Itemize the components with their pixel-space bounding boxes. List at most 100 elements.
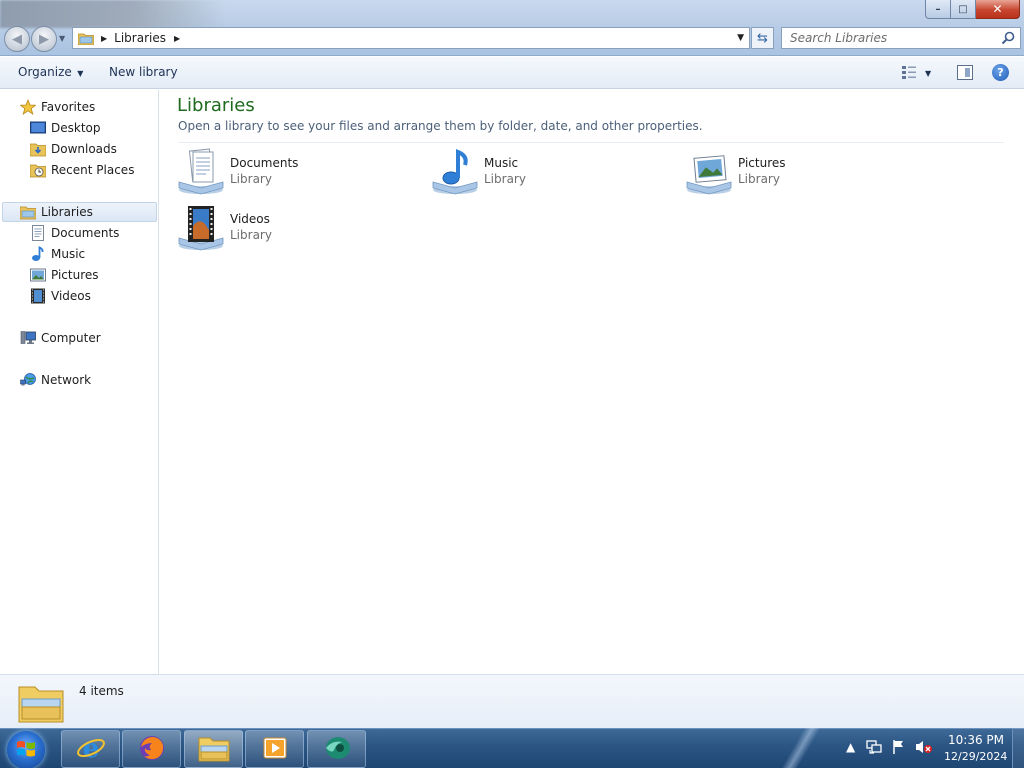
nav-item-label: Documents	[51, 226, 120, 240]
chevron-down-icon: ▼	[74, 69, 84, 78]
blurred-title-region	[0, 0, 225, 28]
close-button[interactable]: ✕	[976, 0, 1020, 19]
refresh-icon: ⇆	[757, 30, 768, 46]
videos-filmstrip-icon	[30, 288, 46, 304]
organize-button[interactable]: Organize ▼	[18, 65, 83, 79]
libraries-icon	[19, 204, 37, 220]
window-title-bar: – □ ✕ ◀ ▶ ▼ ▶ Libraries ▶ ▼ ⇆	[0, 0, 1024, 56]
back-button[interactable]: ◀	[4, 26, 30, 52]
maximize-button[interactable]: □	[951, 0, 976, 19]
back-arrow-icon: ◀	[12, 31, 22, 47]
help-button[interactable]: ?	[992, 64, 1009, 81]
nav-item-label: Pictures	[51, 268, 99, 282]
item-count: 4 items	[79, 684, 124, 698]
network-icon	[20, 372, 36, 388]
page-title: Libraries	[177, 95, 255, 116]
taskbar-glow	[771, 728, 831, 768]
volume-muted-icon[interactable]	[915, 739, 933, 758]
media-player-icon	[262, 735, 288, 764]
show-hidden-icons-arrow-icon[interactable]: ▲	[846, 740, 855, 754]
chevron-down-icon: ▼	[925, 69, 932, 78]
taskbar-media-player[interactable]	[245, 730, 304, 768]
nav-item-label: Videos	[51, 289, 91, 303]
library-tile-documents[interactable]: Documents Library	[177, 148, 417, 200]
nav-item-downloads[interactable]: Downloads	[29, 139, 117, 159]
new-library-button[interactable]: New library	[109, 65, 178, 79]
music-note-icon	[30, 246, 46, 262]
nav-item-label: Desktop	[51, 121, 101, 135]
nav-item-recent-places[interactable]: Recent Places	[29, 160, 135, 180]
library-tile-music[interactable]: Music Library	[431, 148, 671, 200]
content-area: Libraries Open a library to see your fil…	[160, 90, 1024, 674]
nav-item-music[interactable]: Music	[30, 244, 85, 264]
computer-icon	[20, 330, 36, 346]
breadcrumb-separator-icon[interactable]: ▶	[101, 34, 107, 43]
library-type: Library	[738, 172, 780, 186]
nav-item-desktop[interactable]: Desktop	[30, 118, 101, 138]
taskbar-windows-explorer[interactable]	[184, 730, 243, 768]
network-tray-icon[interactable]	[866, 739, 882, 758]
command-bar: Organize ▼ New library ▼ ?	[0, 57, 1024, 89]
address-dropdown-icon[interactable]: ▼	[737, 33, 744, 43]
start-button[interactable]	[7, 731, 45, 768]
library-name: Music	[484, 156, 519, 170]
show-desktop-button[interactable]	[1012, 728, 1024, 768]
taskbar-firefox[interactable]	[122, 730, 181, 768]
window-controls: – □ ✕	[925, 0, 1020, 19]
preview-pane-button[interactable]	[957, 65, 973, 80]
breadcrumb-expand-icon[interactable]: ▶	[174, 34, 180, 43]
nav-item-documents[interactable]: Documents	[30, 223, 119, 243]
clock-date[interactable]: 12/29/2024	[944, 750, 1007, 763]
nav-libraries-label: Libraries	[41, 205, 93, 219]
recent-pages-dropdown-icon[interactable]: ▼	[59, 34, 65, 43]
nav-network-label: Network	[41, 373, 92, 387]
nav-libraries[interactable]: Libraries	[2, 202, 157, 222]
videos-library-icon	[177, 204, 225, 252]
nav-computer-label: Computer	[41, 331, 101, 345]
library-name: Pictures	[738, 156, 786, 170]
windows-logo-icon	[16, 739, 36, 762]
library-tile-pictures[interactable]: Pictures Library	[685, 148, 925, 200]
libraries-folder-icon	[18, 681, 64, 723]
search-box[interactable]	[781, 27, 1021, 49]
view-options-icon	[901, 65, 917, 82]
organize-label: Organize	[18, 65, 72, 79]
search-icon[interactable]	[1001, 31, 1015, 45]
taskbar-internet-explorer[interactable]: e	[61, 730, 120, 768]
windows-explorer-icon	[198, 734, 230, 765]
firefox-icon	[138, 734, 166, 765]
downloads-folder-icon	[29, 141, 47, 157]
favorites-star-icon	[19, 98, 37, 115]
nav-item-label: Recent Places	[51, 163, 135, 177]
nav-favorites[interactable]: Favorites	[19, 97, 96, 117]
refresh-button[interactable]: ⇆	[751, 27, 774, 49]
music-library-icon	[431, 148, 479, 196]
nav-item-videos[interactable]: Videos	[30, 286, 91, 306]
library-tile-videos[interactable]: Videos Library	[177, 204, 417, 256]
forward-arrow-icon: ▶	[39, 31, 49, 47]
action-center-flag-icon[interactable]	[891, 739, 907, 758]
nav-favorites-label: Favorites	[41, 100, 96, 114]
navigation-pane: Favorites Desktop Downloads Recent Place…	[0, 90, 159, 674]
library-name: Videos	[230, 212, 270, 226]
breadcrumb-libraries[interactable]: Libraries	[114, 31, 166, 45]
minimize-button[interactable]: –	[925, 0, 951, 19]
library-type: Library	[484, 172, 526, 186]
search-input[interactable]	[790, 31, 1000, 45]
app-icon	[322, 734, 352, 765]
change-view-button[interactable]: ▼	[901, 65, 931, 82]
page-description: Open a library to see your files and arr…	[178, 119, 703, 133]
recent-places-icon	[29, 162, 47, 178]
pictures-icon	[30, 267, 46, 283]
nav-item-pictures[interactable]: Pictures	[30, 265, 99, 285]
address-bar[interactable]: ▶ Libraries ▶ ▼	[72, 27, 750, 49]
documents-library-icon	[177, 148, 225, 196]
forward-button[interactable]: ▶	[31, 26, 57, 52]
nav-computer[interactable]: Computer	[20, 328, 101, 348]
clock-time[interactable]: 10:36 PM	[948, 733, 1004, 747]
taskbar-app[interactable]	[307, 730, 366, 768]
nav-network[interactable]: Network	[20, 370, 91, 390]
documents-icon	[30, 225, 46, 241]
libraries-folder-icon	[77, 32, 95, 45]
library-type: Library	[230, 172, 272, 186]
